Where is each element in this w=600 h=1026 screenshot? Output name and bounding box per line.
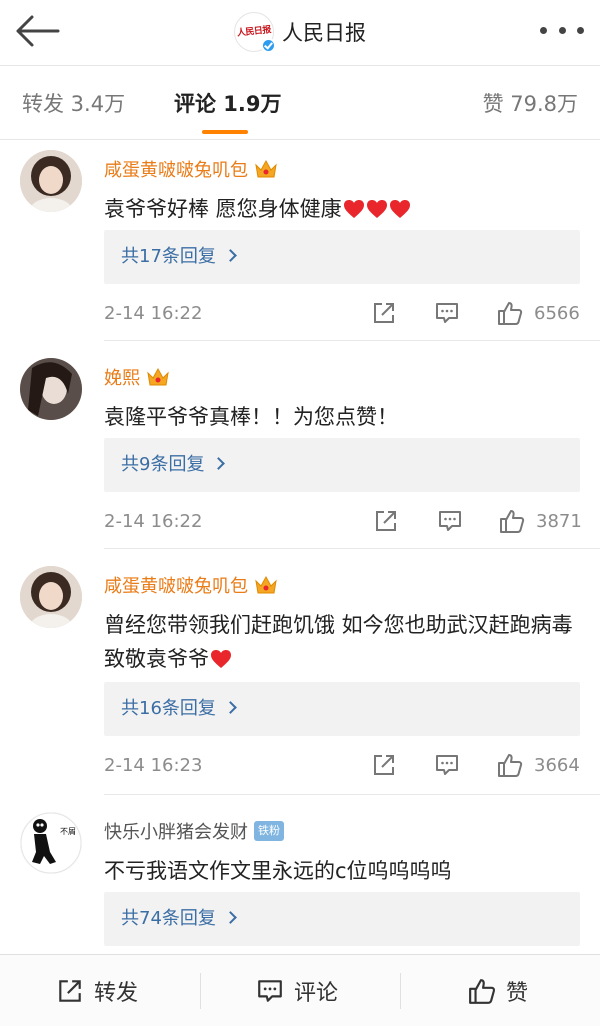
heart-icon bbox=[211, 650, 231, 668]
username[interactable]: 快乐小胖猪会发财 bbox=[104, 818, 248, 844]
like-button[interactable]: 赞 bbox=[468, 955, 528, 1026]
reply-thread-link[interactable]: 共17条回复 bbox=[104, 230, 580, 284]
tab-comments[interactable]: 评论 1.9万 bbox=[174, 88, 282, 118]
comment-label: 评论 bbox=[294, 981, 339, 1006]
tab-bar: 转发 3.4万 评论 1.9万 赞 79.8万 bbox=[0, 66, 600, 140]
repost-icon[interactable] bbox=[371, 752, 397, 778]
bottom-action-bar: 转发 评论 赞 bbox=[0, 954, 600, 1026]
top-nav-bar: 人民日报 人民日报 bbox=[0, 0, 600, 66]
comment-item: 娩熙 袁隆平爷爷真棒！！为您点赞！ 共9条回复 2-14 16:22 3871 bbox=[0, 358, 600, 549]
crown-icon bbox=[255, 159, 277, 178]
repost-icon[interactable] bbox=[373, 508, 399, 534]
chevron-right-icon bbox=[224, 249, 237, 262]
username[interactable]: 咸蛋黄啵啵兔叽包 bbox=[104, 572, 248, 598]
avatar-caption: 不屑 bbox=[60, 827, 76, 836]
comment-icon[interactable] bbox=[434, 752, 460, 778]
more-icon[interactable] bbox=[540, 18, 584, 42]
thumbs-up-icon[interactable] bbox=[499, 508, 525, 534]
comment-text: 袁爷爷好棒 愿您身体健康 bbox=[104, 192, 574, 226]
timestamp: 2-14 16:22 bbox=[104, 303, 203, 324]
comment-button[interactable]: 评论 bbox=[256, 955, 338, 1026]
reply-count: 共17条回复 bbox=[121, 246, 216, 267]
heart-icon bbox=[389, 200, 410, 218]
timestamp: 2-14 16:23 bbox=[104, 755, 203, 776]
like-count: 3664 bbox=[534, 755, 580, 776]
comment-meta: 2-14 16:22 3871 bbox=[0, 508, 600, 538]
comment-header: 咸蛋黄啵啵兔叽包 bbox=[104, 572, 278, 598]
reply-count: 共74条回复 bbox=[121, 908, 216, 929]
comment-text: 不亏我语文作文里永远的c位呜呜呜呜 bbox=[104, 854, 574, 888]
comment-icon[interactable] bbox=[434, 300, 460, 326]
comment-body: 袁爷爷好棒 愿您身体健康 bbox=[104, 197, 342, 221]
repost-button[interactable]: 转发 bbox=[56, 955, 138, 1026]
comment-item: 不屑 快乐小胖猪会发财 铁粉 不亏我语文作文里永远的c位呜呜呜呜 共74条回复 bbox=[0, 812, 600, 946]
account-title[interactable]: 人民日报 人民日报 bbox=[0, 10, 600, 54]
repost-label: 转发 bbox=[94, 981, 139, 1006]
divider bbox=[400, 973, 401, 1009]
like-count: 6566 bbox=[534, 303, 580, 324]
reply-count: 共16条回复 bbox=[121, 698, 216, 719]
reply-thread-link[interactable]: 共9条回复 bbox=[104, 438, 580, 492]
tab-repost[interactable]: 转发 3.4万 bbox=[22, 88, 125, 118]
comment-icon[interactable] bbox=[437, 508, 463, 534]
active-tab-indicator bbox=[202, 130, 248, 134]
crown-icon bbox=[255, 575, 277, 594]
avatar[interactable] bbox=[20, 566, 82, 628]
username[interactable]: 娩熙 bbox=[104, 364, 140, 390]
avatar[interactable] bbox=[20, 150, 82, 212]
reply-thread-link[interactable]: 共16条回复 bbox=[104, 682, 580, 736]
like-label: 赞 bbox=[506, 981, 529, 1006]
crown-icon bbox=[147, 367, 169, 386]
comment-meta: 2-14 16:23 3664 bbox=[0, 752, 600, 782]
comment-meta: 2-14 16:22 6566 bbox=[0, 300, 600, 330]
comment-body: 曾经您带领我们赶跑饥饿 如今您也助武汉赶跑病毒 致敬袁爷爷 bbox=[104, 613, 573, 671]
timestamp: 2-14 16:22 bbox=[104, 511, 203, 532]
avatar[interactable] bbox=[20, 358, 82, 420]
verified-icon bbox=[261, 38, 276, 53]
heart-icon bbox=[366, 200, 387, 218]
repost-icon bbox=[59, 980, 81, 1002]
comment-text: 曾经您带领我们赶跑饥饿 如今您也助武汉赶跑病毒 致敬袁爷爷 bbox=[104, 608, 574, 676]
divider bbox=[200, 973, 201, 1009]
tab-likes[interactable]: 赞 79.8万 bbox=[483, 88, 578, 118]
thumbs-up-icon bbox=[469, 979, 496, 1004]
page-title: 人民日报 bbox=[282, 21, 366, 45]
chevron-right-icon bbox=[212, 457, 226, 470]
thumbs-up-icon[interactable] bbox=[497, 300, 523, 326]
divider bbox=[104, 794, 600, 795]
comment-header: 快乐小胖猪会发财 铁粉 bbox=[104, 818, 284, 844]
chevron-right-icon bbox=[224, 911, 237, 924]
divider bbox=[104, 340, 600, 341]
reply-count: 共9条回复 bbox=[121, 454, 205, 475]
logo-text: 人民日报 bbox=[236, 24, 272, 39]
comment-header: 咸蛋黄啵啵兔叽包 bbox=[104, 156, 278, 182]
comment-body: 不亏我语文作文里永远的c位呜呜呜呜 bbox=[104, 859, 452, 883]
comment-item: 咸蛋黄啵啵兔叽包 袁爷爷好棒 愿您身体健康 共17条回复 2-14 16:22 … bbox=[0, 150, 600, 356]
repost-icon[interactable] bbox=[371, 300, 397, 326]
comment-icon bbox=[258, 980, 282, 1002]
fan-badge: 铁粉 bbox=[254, 821, 284, 841]
divider bbox=[104, 548, 600, 549]
reply-thread-link[interactable]: 共74条回复 bbox=[104, 892, 580, 946]
avatar[interactable]: 不屑 bbox=[20, 812, 82, 874]
account-avatar: 人民日报 bbox=[234, 12, 276, 53]
heart-icon bbox=[343, 200, 364, 218]
thumbs-up-icon[interactable] bbox=[497, 752, 523, 778]
comment-item: 咸蛋黄啵啵兔叽包 曾经您带领我们赶跑饥饿 如今您也助武汉赶跑病毒 致敬袁爷爷 共… bbox=[0, 566, 600, 795]
like-count: 3871 bbox=[536, 511, 582, 532]
chevron-right-icon bbox=[224, 701, 237, 714]
comment-text: 袁隆平爷爷真棒！！为您点赞！ bbox=[104, 400, 574, 434]
comment-header: 娩熙 bbox=[104, 364, 170, 390]
username[interactable]: 咸蛋黄啵啵兔叽包 bbox=[104, 156, 248, 182]
comment-body: 袁隆平爷爷真棒！！为您点赞！ bbox=[104, 405, 398, 429]
